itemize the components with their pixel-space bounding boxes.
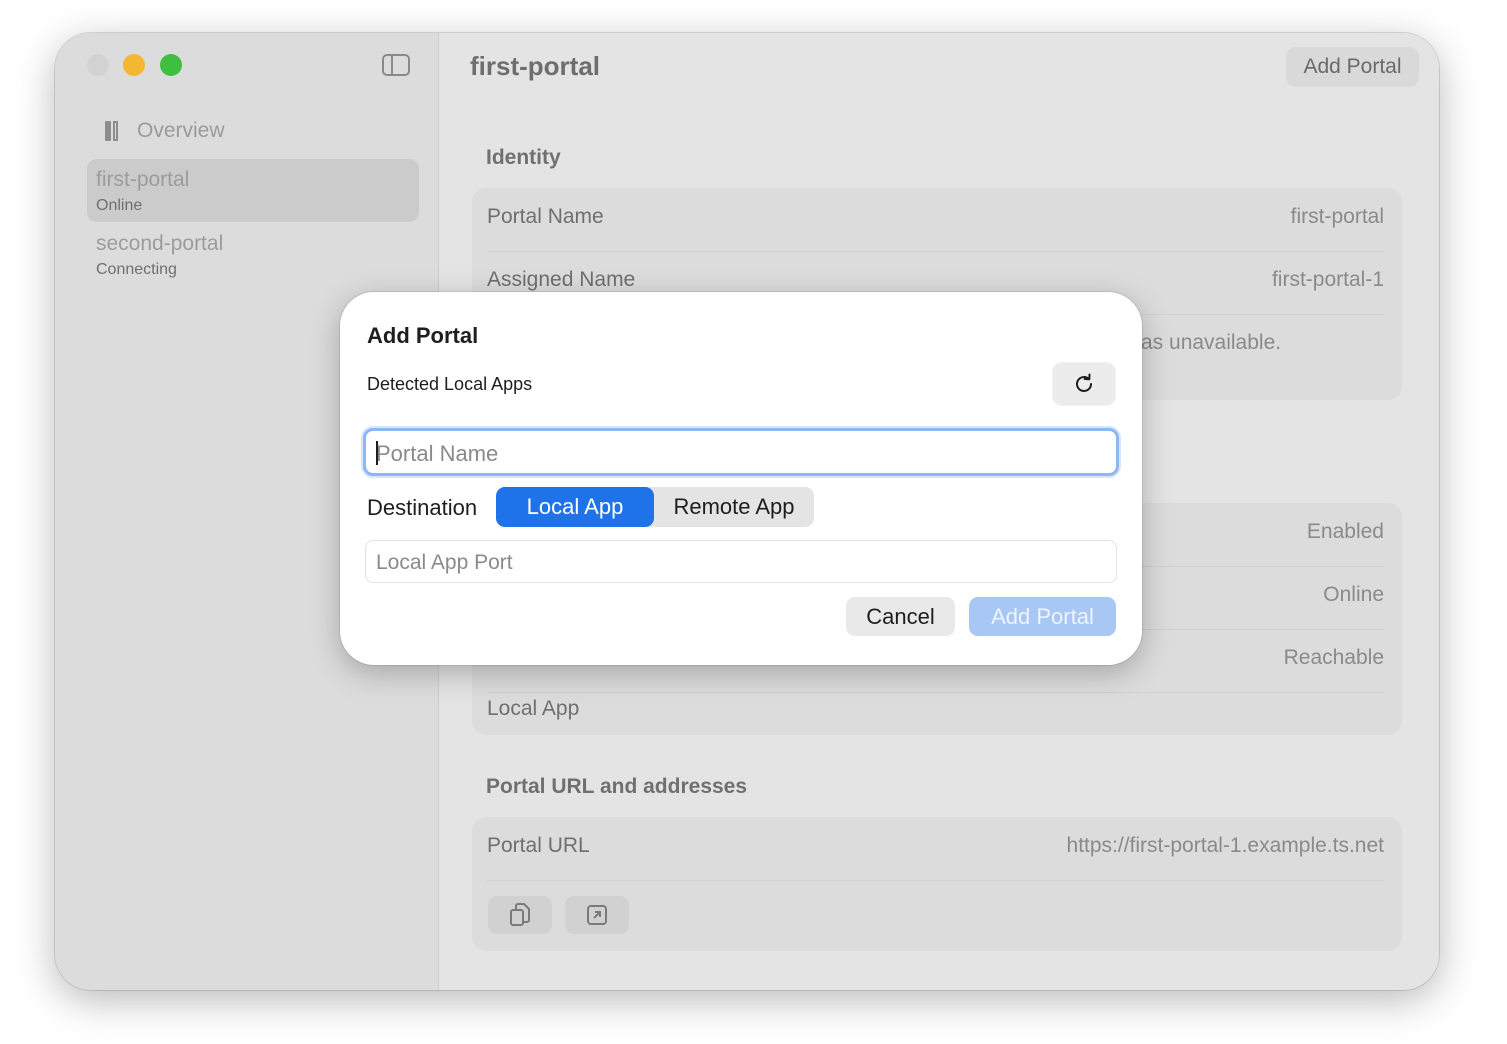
destination-local-app-option[interactable]: Local App <box>496 487 654 527</box>
refresh-icon <box>1076 373 1092 392</box>
local-app-port-input[interactable]: Local App Port <box>365 540 1117 583</box>
destination-segmented-control: Local App Remote App <box>496 487 814 527</box>
refresh-button[interactable] <box>1053 363 1115 405</box>
portal-name-placeholder: Portal Name <box>376 441 499 466</box>
row-value: Enabled <box>1306 520 1384 543</box>
cancel-button[interactable]: Cancel <box>846 597 955 636</box>
add-portal-button[interactable]: Add Portal <box>969 597 1116 636</box>
maximize-window-button[interactable] <box>160 54 182 76</box>
sidebar-item-title: first-portal <box>96 168 190 191</box>
sidebar-toggle-icon[interactable] <box>382 54 410 76</box>
portal-url-value[interactable]: https://first-portal-1.example.ts.net <box>1067 834 1384 858</box>
row-label: Portal Name <box>487 205 604 228</box>
close-window-button[interactable] <box>87 54 109 76</box>
dialog-title: Add Portal <box>367 323 479 348</box>
page-title: first-portal <box>470 51 600 81</box>
row-label: Assigned Name <box>487 268 636 291</box>
sidebar-item-title: second-portal <box>96 232 224 255</box>
row-label: Portal URL <box>487 834 590 857</box>
local-app-port-placeholder: Local App Port <box>376 551 513 574</box>
row-value: first-portal <box>1290 205 1384 228</box>
identity-row-portal-name: Portal Name first-portal <box>487 188 1384 252</box>
open-external-icon <box>587 905 607 925</box>
destination-label: Destination <box>367 495 478 520</box>
copy-icon <box>510 903 530 926</box>
row-value: Online <box>1323 583 1384 606</box>
row-label: Local App <box>487 697 580 720</box>
status-row-destination: Local App <box>487 680 1384 743</box>
portal-name-input[interactable]: Portal Name <box>363 428 1119 476</box>
sidebar-item-first-portal[interactable]: first-portal Online <box>87 159 419 222</box>
add-portal-dialog: Add Portal Detected Local Apps Portal Na… <box>340 292 1142 665</box>
sidebar-item-overview[interactable]: Overview <box>105 119 225 143</box>
identity-heading: Identity <box>486 146 561 169</box>
sidebar-item-status: Online <box>96 197 143 214</box>
portal-url-heading: Portal URL and addresses <box>486 775 748 798</box>
destination-remote-app-option[interactable]: Remote App <box>654 487 814 527</box>
minimize-window-button[interactable] <box>123 54 145 76</box>
overview-label: Overview <box>137 119 225 142</box>
text-caret <box>376 441 378 465</box>
open-url-button[interactable] <box>565 896 629 934</box>
identity-note: as unavailable. <box>1141 331 1282 354</box>
copy-url-button[interactable] <box>488 896 552 934</box>
add-portal-toolbar-button[interactable]: Add Portal <box>1286 47 1419 87</box>
portal-url-card: Portal URL https://first-portal-1.exampl… <box>472 817 1402 951</box>
portal-url-row: Portal URL https://first-portal-1.exampl… <box>487 817 1384 881</box>
row-value: Reachable <box>1283 646 1384 669</box>
sidebar-item-second-portal[interactable]: second-portal Connecting <box>87 223 419 286</box>
detected-apps-label: Detected Local Apps <box>367 374 533 394</box>
sidebar-item-status: Connecting <box>96 261 177 278</box>
row-value: first-portal-1 <box>1271 268 1384 291</box>
overview-icon <box>105 121 119 141</box>
